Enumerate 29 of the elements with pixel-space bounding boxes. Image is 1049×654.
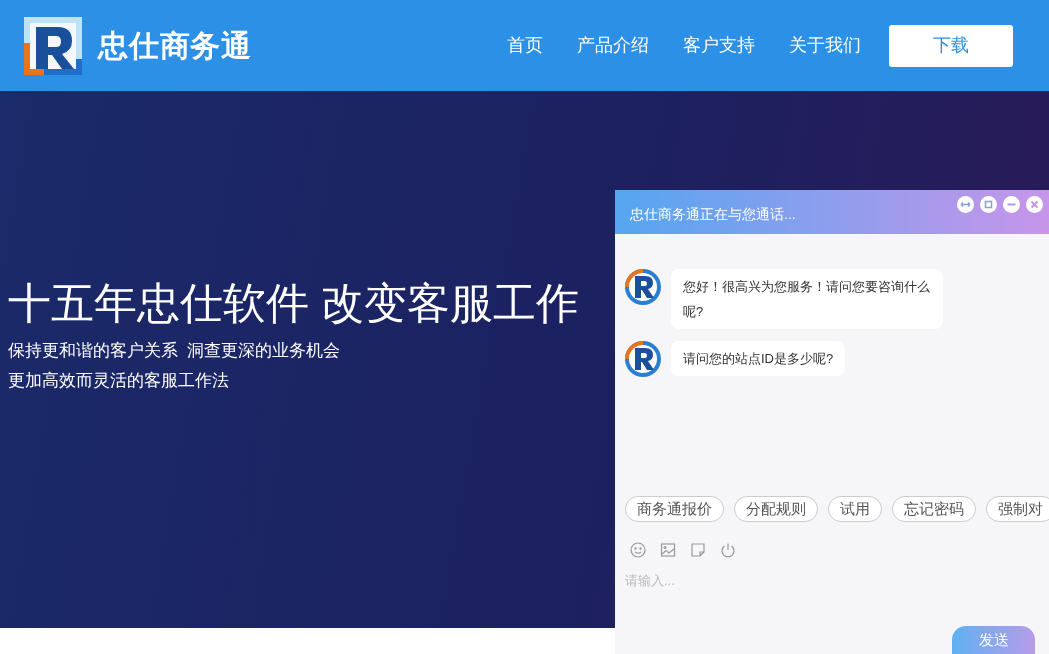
quick-reply-chip[interactable]: 商务通报价 [625, 496, 724, 522]
message-bubble: 您好！很高兴为您服务！请问您要咨询什么呢? [671, 269, 943, 329]
hero-subtitle: 保持更和谐的客户关系 洞查更深的业务机会 [8, 340, 341, 362]
avatar-icon [625, 341, 661, 377]
emoji-icon[interactable] [630, 542, 646, 558]
quick-reply-chip[interactable]: 试用 [828, 496, 882, 522]
file-icon[interactable] [690, 542, 706, 558]
hero-subtitle: 更加高效而灵活的客服工作法 [8, 370, 229, 392]
expand-icon[interactable] [957, 196, 974, 213]
restore-icon[interactable] [980, 196, 997, 213]
avatar-icon [625, 269, 661, 305]
power-icon[interactable] [720, 542, 736, 558]
nav-link[interactable]: 产品介绍 [577, 32, 649, 59]
close-icon[interactable] [1026, 196, 1043, 213]
message-bubble: 请问您的站点ID是多少呢? [671, 341, 846, 376]
nav-link[interactable]: 首页 [507, 32, 543, 59]
quick-reply-chip[interactable]: 分配规则 [734, 496, 818, 522]
nav-link[interactable]: 客户支持 [683, 32, 755, 59]
logo-icon [24, 16, 82, 75]
brand-name: 忠仕商务通 [98, 28, 252, 64]
nav-link[interactable]: 关于我们 [789, 32, 861, 59]
download-button[interactable]: 下载 [889, 24, 1013, 67]
chat-title: 忠仕商务通正在与您通话... [630, 205, 796, 224]
send-button[interactable]: 发送 [952, 626, 1035, 654]
image-icon[interactable] [660, 542, 676, 558]
quick-reply-chip[interactable]: 强制对 [986, 496, 1049, 522]
minimize-icon[interactable] [1003, 196, 1020, 213]
quick-reply-chip[interactable]: 忘记密码 [892, 496, 976, 522]
hero-headline: 十五年忠仕软件 改变客服工作 [8, 278, 579, 329]
